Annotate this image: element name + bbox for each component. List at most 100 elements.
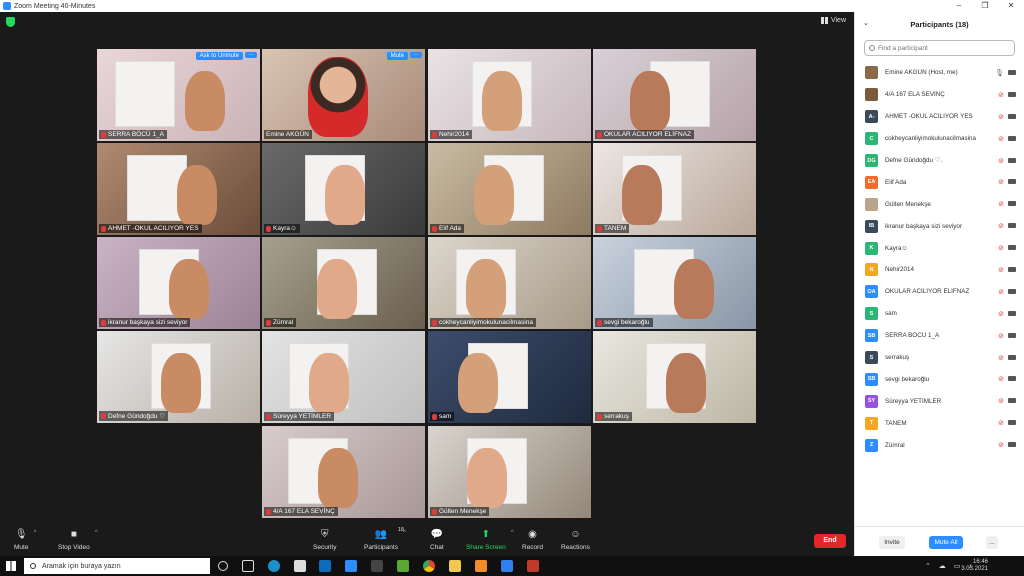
video-tile[interactable]: AHMET -OKUL ACILIYOR YES bbox=[97, 143, 260, 235]
video-camera-icon[interactable] bbox=[1008, 376, 1016, 382]
video-camera-icon[interactable] bbox=[1008, 288, 1016, 294]
participant-row[interactable]: Gülten Menekşe ⊘ bbox=[855, 193, 1024, 215]
tile-more-options-icon[interactable]: ··· bbox=[410, 52, 422, 58]
muted-mic-icon[interactable]: ⊘ bbox=[998, 157, 1004, 165]
muted-mic-icon[interactable]: ⊘ bbox=[998, 178, 1004, 186]
reactions-button[interactable]: ☺ Reactions bbox=[561, 528, 590, 552]
chrome-icon[interactable] bbox=[423, 560, 435, 572]
video-tile[interactable]: Süreyya YETİMLER bbox=[262, 331, 425, 423]
participant-row[interactable]: OA OKULAR ACILIYOR ELİFNAZ ⊘ bbox=[855, 281, 1024, 303]
video-camera-icon[interactable] bbox=[1008, 113, 1016, 119]
video-camera-icon[interactable] bbox=[1008, 245, 1016, 251]
video-tile[interactable]: Zümral bbox=[262, 237, 425, 329]
video-tile[interactable]: Mute ··· Emine AKGÜN bbox=[262, 49, 425, 141]
task-view-icon[interactable] bbox=[242, 560, 254, 572]
video-tile[interactable]: cokheycanliyimokulunacilmasina bbox=[428, 237, 591, 329]
video-tile[interactable]: Gülten Menekşe bbox=[428, 426, 591, 518]
edge-browser-icon[interactable] bbox=[268, 560, 280, 572]
vlc-icon[interactable] bbox=[475, 560, 487, 572]
muted-mic-icon[interactable]: ⊘ bbox=[998, 441, 1004, 449]
chevron-down-icon[interactable]: ⌄ bbox=[863, 19, 869, 27]
video-camera-icon[interactable] bbox=[1008, 420, 1016, 426]
video-tile[interactable]: serrakuş bbox=[593, 331, 756, 423]
game-icon[interactable] bbox=[397, 560, 409, 572]
video-camera-icon[interactable] bbox=[1008, 354, 1016, 360]
stop-video-button[interactable]: ■ Stop Video ^ bbox=[58, 528, 98, 552]
record-button[interactable]: ◉ Record bbox=[522, 528, 543, 552]
mute-button[interactable]: 🎙 Mute ^ bbox=[14, 528, 36, 552]
participants-button[interactable]: 👥 18 Participants ^ bbox=[364, 527, 406, 551]
video-camera-icon[interactable] bbox=[1008, 267, 1016, 273]
terminal-icon[interactable] bbox=[371, 560, 383, 572]
video-camera-icon[interactable] bbox=[1008, 332, 1016, 338]
video-camera-icon[interactable] bbox=[1008, 91, 1016, 97]
muted-mic-icon[interactable]: ⊘ bbox=[998, 310, 1004, 318]
participant-row[interactable]: K Kayra☺ ⊘ bbox=[855, 237, 1024, 259]
tile-mute-button[interactable]: Mute bbox=[386, 52, 408, 60]
video-tile[interactable]: Nehir2014 bbox=[428, 49, 591, 141]
muted-mic-icon[interactable]: ⊘ bbox=[998, 288, 1004, 296]
muted-mic-icon[interactable]: ⊘ bbox=[998, 113, 1004, 121]
muted-mic-icon[interactable]: ⊘ bbox=[998, 397, 1004, 405]
taskbar-search-box[interactable]: Aramak için buraya yazın bbox=[24, 558, 210, 574]
mute-all-button[interactable]: Mute All bbox=[929, 536, 963, 549]
video-camera-icon[interactable] bbox=[1008, 398, 1016, 404]
store-icon[interactable] bbox=[294, 560, 306, 572]
chevron-up-icon[interactable]: ^ bbox=[95, 530, 98, 536]
muted-mic-icon[interactable]: ⊘ bbox=[998, 222, 1004, 230]
ask-to-unmute-button[interactable]: Ask to Unmute bbox=[195, 52, 243, 60]
clock[interactable]: 16:46 3.03.2021 bbox=[961, 559, 988, 573]
video-tile[interactable]: ikranur başkaya sizi seviyor bbox=[97, 237, 260, 329]
participant-row[interactable]: EA Elif Ada ⊘ bbox=[855, 171, 1024, 193]
video-camera-icon[interactable] bbox=[1008, 70, 1016, 75]
folder-icon[interactable] bbox=[449, 560, 461, 572]
windows-start-icon[interactable] bbox=[6, 561, 16, 571]
participant-row[interactable]: SY Süreyya YETİMLER ⊘ bbox=[855, 390, 1024, 412]
cortana-icon[interactable] bbox=[218, 561, 228, 571]
muted-mic-icon[interactable]: ⊘ bbox=[998, 354, 1004, 362]
invite-button[interactable]: Invite bbox=[879, 536, 905, 549]
participant-row[interactable]: IB ikranur başkaya sizi seviyor ⊘ bbox=[855, 215, 1024, 237]
outlook-icon[interactable] bbox=[319, 560, 331, 572]
video-tile[interactable]: Ask to Unmute ··· SERRA BÖCÜ 1_A bbox=[97, 49, 260, 141]
video-camera-icon[interactable] bbox=[1008, 223, 1016, 229]
participant-search-input[interactable] bbox=[878, 44, 1008, 52]
chevron-up-icon[interactable]: ^ bbox=[403, 530, 406, 536]
participant-row[interactable]: Sserrakuş ⊘ bbox=[855, 347, 1024, 369]
view-button[interactable]: View bbox=[820, 17, 846, 24]
participant-row[interactable]: Ssam ⊘ bbox=[855, 303, 1024, 325]
video-camera-icon[interactable] bbox=[1008, 201, 1016, 207]
participant-row[interactable]: N Nehir2014 ⊘ bbox=[855, 259, 1024, 281]
participant-row[interactable]: A- AHMET -OKUL ACILIYOR YES ⊘ bbox=[855, 106, 1024, 128]
chat-button[interactable]: 💬 Chat bbox=[430, 528, 444, 552]
participant-row[interactable]: 4/A 167 ELA SEVİNÇ ⊘ bbox=[855, 84, 1024, 106]
video-tile[interactable]: Kayra☺ bbox=[262, 143, 425, 235]
video-camera-icon[interactable] bbox=[1008, 179, 1016, 185]
video-tile[interactable]: Defne Gündoğdu ♡ bbox=[97, 331, 260, 423]
video-tile[interactable]: Elif Ada bbox=[428, 143, 591, 235]
chevron-up-icon[interactable]: ^ bbox=[511, 530, 514, 536]
participant-row[interactable]: T TANEM ⊘ bbox=[855, 412, 1024, 434]
chevron-up-icon[interactable]: ^ bbox=[34, 530, 37, 536]
tile-more-options-icon[interactable]: ··· bbox=[245, 52, 257, 58]
muted-mic-icon[interactable]: ⊘ bbox=[998, 91, 1004, 99]
video-tile[interactable]: 4/A 167 ELA SEVİNÇ bbox=[262, 426, 425, 518]
participant-row[interactable]: Emine AKGÜN (Host, me) 🎙 bbox=[855, 62, 1024, 84]
video-camera-icon[interactable] bbox=[1008, 135, 1016, 141]
participant-row[interactable]: Ccokheycanliyimokulunacilmasina ⊘ bbox=[855, 128, 1024, 150]
muted-mic-icon[interactable]: ⊘ bbox=[998, 375, 1004, 383]
shield-icon[interactable] bbox=[6, 17, 15, 27]
video-camera-icon[interactable] bbox=[1008, 157, 1016, 163]
minimize-icon[interactable]: – bbox=[946, 0, 972, 12]
close-icon[interactable]: ✕ bbox=[998, 0, 1024, 12]
video-tile[interactable]: sevgi bekaroğlu bbox=[593, 237, 756, 329]
more-options-button[interactable]: ... bbox=[986, 536, 998, 549]
participant-row[interactable]: SB sevgi bekaroğlu ⊘ bbox=[855, 368, 1024, 390]
participant-row[interactable]: DG Defne Gündoğdu ♡. ⊘ bbox=[855, 150, 1024, 172]
end-meeting-button[interactable]: End bbox=[814, 534, 846, 548]
video-tile[interactable]: sam bbox=[428, 331, 591, 423]
muted-mic-icon[interactable]: ⊘ bbox=[998, 332, 1004, 340]
microphone-icon[interactable]: 🎙 bbox=[995, 69, 1004, 77]
maximize-icon[interactable]: ❐ bbox=[972, 0, 998, 12]
video-tile[interactable]: OKULAR ACILIYOR ELİFNAZ bbox=[593, 49, 756, 141]
